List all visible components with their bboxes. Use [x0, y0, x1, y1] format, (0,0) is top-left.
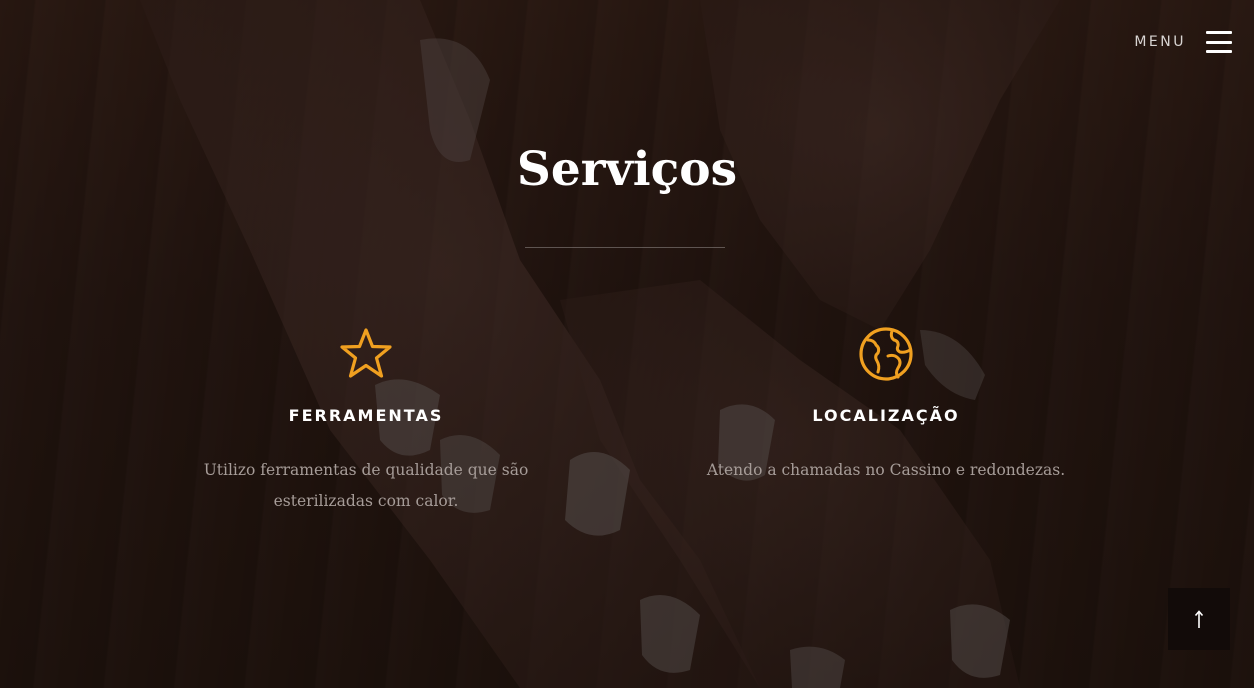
- service-description: Atendo a chamadas no Cassino e redondeza…: [706, 461, 1066, 479]
- star-icon: [340, 328, 392, 378]
- service-description: Utilizo ferramentas de qualidade que são…: [203, 461, 529, 510]
- arrow-up-icon: [1194, 610, 1204, 628]
- hamburger-icon[interactable]: [1206, 31, 1232, 53]
- section-title: Serviços: [516, 142, 738, 197]
- globe-icon: [859, 327, 913, 381]
- back-to-top-button[interactable]: [1168, 588, 1230, 650]
- services-page: MENU Serviços FERRAMENTAS Utilizo ferram…: [0, 0, 1254, 688]
- service-ferramentas: FERRAMENTAS Utilizo ferramentas de quali…: [166, 326, 566, 517]
- title-divider: [525, 247, 725, 248]
- service-localizacao: LOCALIZAÇÃO Atendo a chamadas no Cassino…: [686, 326, 1086, 486]
- menu-button[interactable]: MENU: [1134, 25, 1232, 59]
- service-title: LOCALIZAÇÃO: [812, 406, 960, 425]
- menu-label: MENU: [1134, 34, 1186, 50]
- service-title: FERRAMENTAS: [288, 406, 444, 425]
